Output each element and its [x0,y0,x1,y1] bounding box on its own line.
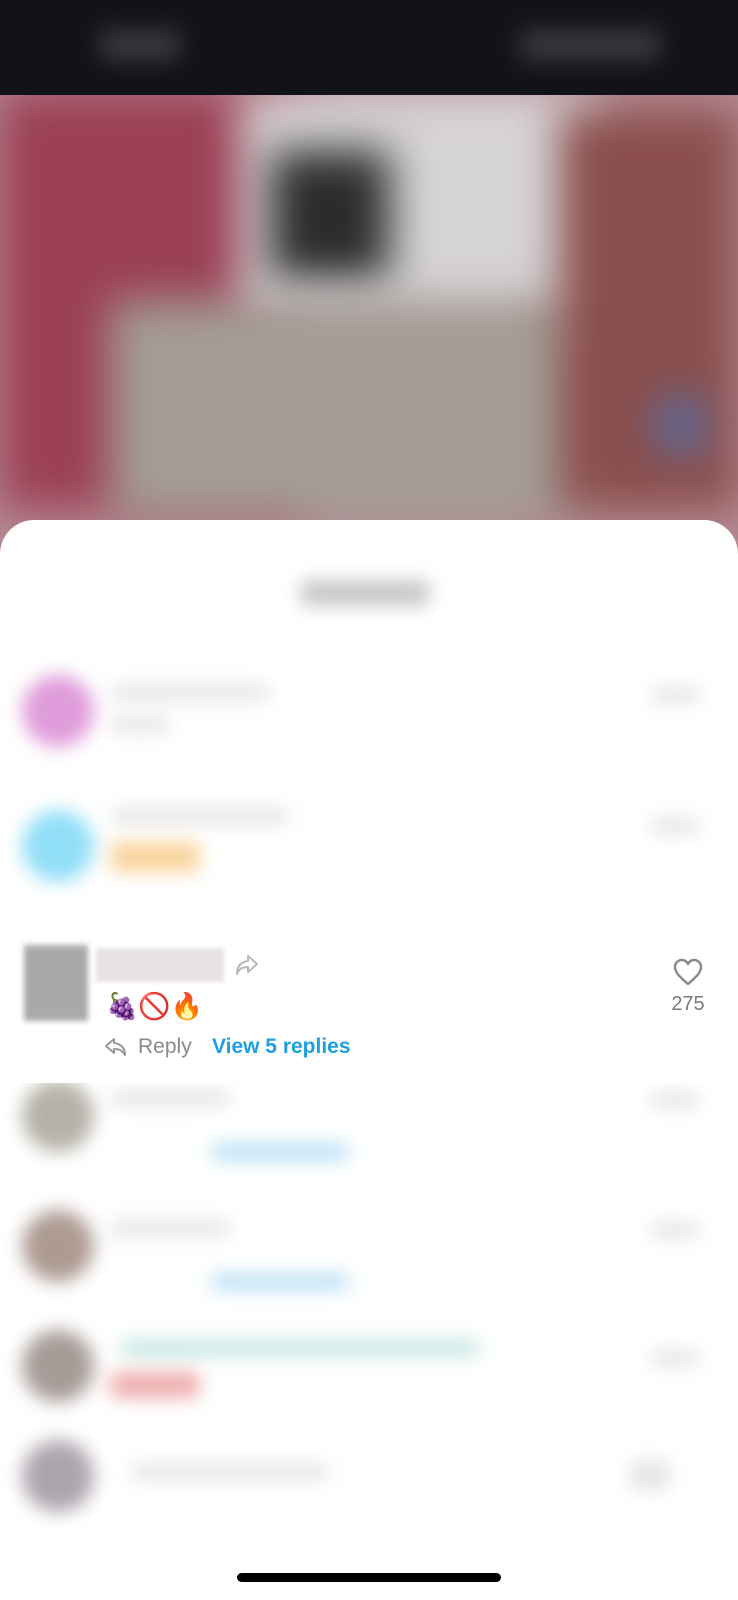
comment-text: 🍇🚫🔥 [106,992,204,1022]
list-item[interactable] [0,1310,738,1430]
sheet-header [0,520,738,630]
view-replies-link[interactable]: View 5 replies [212,1035,351,1059]
avatar[interactable] [24,945,88,1021]
reply-arrow-icon[interactable] [104,1036,128,1058]
list-item[interactable] [0,790,738,910]
home-indicator[interactable] [237,1573,501,1582]
background-video [0,0,738,600]
list-item[interactable] [0,655,738,775]
share-arrow-icon[interactable] [234,953,260,977]
username-redacted[interactable] [96,948,224,982]
heart-outline-icon[interactable] [672,957,704,987]
like-count: 275 [671,993,705,1015]
top-bar [0,0,738,95]
reply-button[interactable]: Reply [138,1035,192,1059]
list-item[interactable] [0,1190,738,1310]
comment-input-bar[interactable] [0,1420,738,1540]
focused-comment[interactable]: 🍇🚫🔥 275 Reply View 5 replies [0,937,738,1083]
